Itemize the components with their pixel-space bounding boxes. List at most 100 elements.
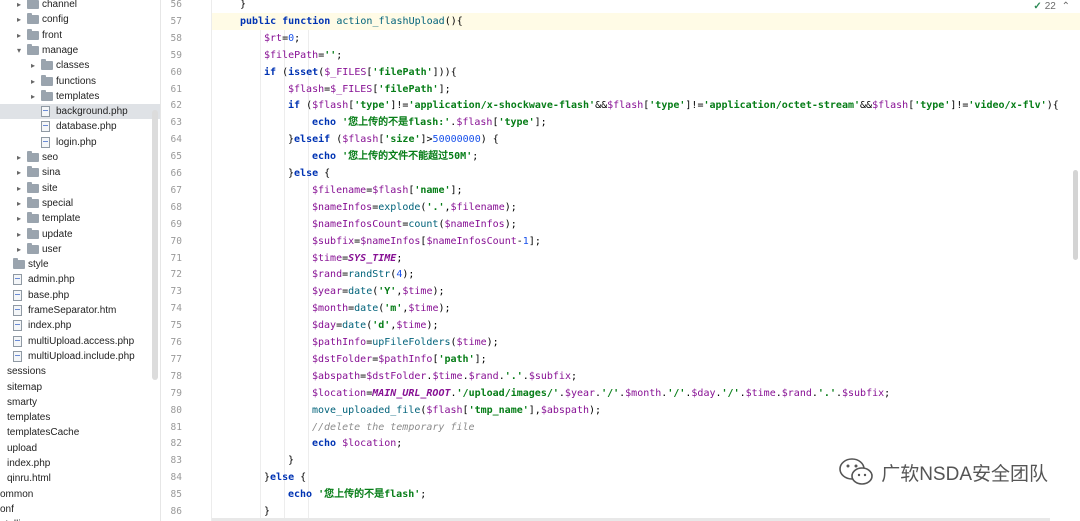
chevron-right-icon[interactable]: ▸ <box>14 227 24 242</box>
tree-item[interactable]: ▸ front <box>0 28 160 43</box>
code-line[interactable]: $subfix=$nameInfos[$nameInfosCount-1]; <box>312 233 541 250</box>
chevron-right-icon[interactable]: ▸ <box>28 89 38 104</box>
tree-item[interactable]: templates <box>0 410 160 425</box>
tree-item[interactable]: style <box>0 257 160 272</box>
code-token: ], <box>528 404 541 416</box>
chevron-right-icon[interactable]: ▸ <box>14 211 24 226</box>
code-token: 'application/x-shockwave-flash' <box>408 100 596 112</box>
tree-item[interactable]: smarty <box>0 395 160 410</box>
tree-item-label: database.php <box>56 121 117 133</box>
code-line[interactable]: $time=SYS_TIME; <box>312 250 402 267</box>
chevron-right-icon[interactable]: ▸ <box>14 165 24 180</box>
tree-item[interactable]: index.php <box>0 456 160 471</box>
code-line[interactable]: echo $location; <box>312 435 402 452</box>
chevron-right-icon[interactable]: ▸ <box>14 150 24 165</box>
tree-item-label: ntellig <box>0 517 26 521</box>
code-token: $location <box>342 438 397 450</box>
tree-item[interactable]: templatesCache <box>0 425 160 440</box>
chevron-right-icon[interactable]: ▸ <box>28 74 38 89</box>
code-line[interactable]: $pathInfo=upFileFolders($time); <box>312 334 499 351</box>
tree-item[interactable]: ▸ config <box>0 12 160 27</box>
tree-item[interactable]: ▸ templates <box>0 89 160 104</box>
tree-item[interactable]: ▸ channel <box>0 0 160 12</box>
code-token: ; <box>884 387 891 399</box>
code-line[interactable]: }else { <box>264 469 306 486</box>
code-line[interactable]: } <box>288 452 294 469</box>
code-line[interactable]: }else { <box>288 165 330 182</box>
project-tree-scrollbar[interactable] <box>152 110 158 380</box>
code-token: $time <box>745 387 776 399</box>
code-line[interactable]: //delete the temporary file <box>312 419 475 436</box>
tree-item[interactable]: database.php <box>0 119 160 134</box>
code-line[interactable]: $filename=$flash['name']; <box>312 182 463 199</box>
tree-item[interactable]: frameSeparator.htm <box>0 303 160 318</box>
tree-item[interactable]: ▸ update <box>0 227 160 242</box>
code-line[interactable]: echo '您上传的不是flash:'.$flash['type']; <box>312 114 547 131</box>
line-number: 80 <box>170 404 182 416</box>
code-line[interactable]: $nameInfosCount=count($nameInfos); <box>312 216 517 233</box>
code-line[interactable]: if (isset($_FILES['filePath'])){ <box>264 64 457 81</box>
tree-item[interactable]: ntellig <box>0 517 160 521</box>
chevron-down-icon[interactable]: ▾ <box>14 43 24 58</box>
code-line[interactable]: public function action_flashUpload(){ <box>240 13 463 30</box>
php-file-icon <box>41 136 50 148</box>
inspection-widget[interactable]: ✓ 22 ⌃ <box>1033 0 1070 14</box>
tree-item[interactable]: ▸ template <box>0 211 160 226</box>
tree-item[interactable]: upload <box>0 441 160 456</box>
code-line[interactable]: move_uploaded_file($flash['tmp_name'],$a… <box>312 402 601 419</box>
tree-item[interactable]: onf <box>0 502 160 517</box>
tree-item[interactable]: ▸ functions <box>0 74 160 89</box>
code-line[interactable]: $filePath=''; <box>264 47 342 64</box>
tree-item[interactable]: ▸ sina <box>0 165 160 180</box>
tree-item[interactable]: ommon <box>0 487 160 502</box>
tree-item[interactable]: base.php <box>0 288 160 303</box>
code-line[interactable]: $flash=$_FILES['filePath']; <box>288 81 451 98</box>
tree-item[interactable]: ▸ classes <box>0 58 160 73</box>
code-line[interactable]: $month=date('m',$time); <box>312 300 451 317</box>
tree-item[interactable]: index.php <box>0 318 160 333</box>
chevron-right-icon[interactable]: ▸ <box>28 58 38 73</box>
code-line[interactable]: }elseif ($flash['size']>50000000) { <box>288 131 499 148</box>
tree-item[interactable]: sitemap <box>0 380 160 395</box>
code-token: ); <box>426 320 439 332</box>
tree-item[interactable]: ▸ seo <box>0 150 160 165</box>
code-line[interactable]: $nameInfos=explode('.',$filename); <box>312 199 517 216</box>
chevron-right-icon[interactable]: ▸ <box>14 0 24 12</box>
code-token: 'path' <box>438 353 475 365</box>
code-line[interactable]: $dstFolder=$pathInfo['path']; <box>312 351 487 368</box>
code-line[interactable]: $abspath=$dstFolder.$time.$rand.'.'.$sub… <box>312 368 577 385</box>
chevron-right-icon[interactable]: ▸ <box>14 28 24 43</box>
tree-item[interactable]: ▸ special <box>0 196 160 211</box>
tree-item[interactable]: background.php <box>0 104 160 120</box>
tree-item[interactable]: multiUpload.access.php <box>0 334 160 349</box>
project-tree[interactable]: ▸ channel ▸ config ▸ front ▾ manage ▸ classes ▸ fun… <box>0 0 160 521</box>
code-line[interactable]: $location=MAIN_URL_ROOT.'/upload/images/… <box>312 385 890 402</box>
chevron-right-icon[interactable]: ▸ <box>14 181 24 196</box>
tree-item[interactable]: qinru.html <box>0 471 160 486</box>
code-line[interactable]: $day=date('d',$time); <box>312 317 439 334</box>
tree-item[interactable]: ▸ site <box>0 181 160 196</box>
tree-item[interactable]: sessions <box>0 364 160 379</box>
chevron-right-icon[interactable]: ▸ <box>14 12 24 27</box>
chevron-right-icon[interactable]: ▸ <box>14 242 24 257</box>
code-line[interactable]: echo '您上传的文件不能超过50M'; <box>312 148 478 165</box>
chevron-up-icon[interactable]: ⌃ <box>1062 1 1070 12</box>
code-line[interactable]: if ($flash['type']!='application/x-shock… <box>288 97 1059 114</box>
tree-item[interactable]: ▾ manage <box>0 43 160 58</box>
code-line[interactable]: $rand=randStr(4); <box>312 266 414 283</box>
tree-item[interactable]: login.php <box>0 135 160 150</box>
code-line[interactable]: $year=date('Y',$time); <box>312 283 445 300</box>
tree-item[interactable]: ▸ user <box>0 242 160 257</box>
code-line[interactable]: echo '您上传的不是flash'; <box>288 486 426 503</box>
tree-item[interactable]: multiUpload.include.php <box>0 349 160 364</box>
code-token: $abspath <box>312 370 361 382</box>
code-line[interactable]: $rt=0; <box>264 30 300 47</box>
code-line[interactable]: } <box>240 0 246 13</box>
code-token: 50000000 <box>432 134 481 146</box>
chevron-right-icon[interactable]: ▸ <box>14 196 24 211</box>
tree-item[interactable]: admin.php <box>0 272 160 287</box>
code-token: '/' <box>601 387 620 399</box>
editor-vertical-scrollbar[interactable] <box>1073 170 1078 260</box>
folder-icon <box>27 212 39 224</box>
code-editor[interactable]: } public function action_flashUpload(){$r… <box>212 0 1080 521</box>
